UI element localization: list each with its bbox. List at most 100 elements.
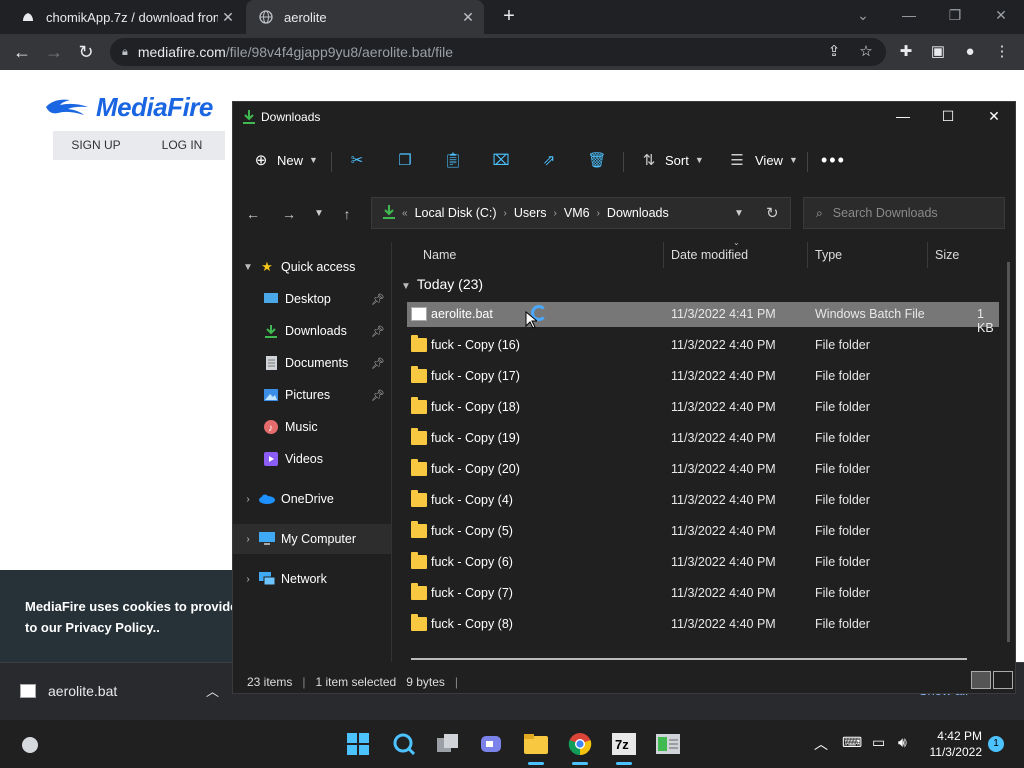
column-date-modified[interactable]: Date modified	[671, 248, 748, 262]
menu-icon[interactable]: ⋮	[992, 42, 1012, 62]
chrome-icon[interactable]	[566, 730, 594, 765]
large-icons-view-icon[interactable]	[993, 671, 1013, 689]
chevron-right-icon[interactable]: ›	[241, 534, 255, 545]
nav-videos[interactable]: Videos	[233, 444, 391, 474]
mediafire-logo[interactable]: MediaFire	[44, 92, 213, 123]
column-type[interactable]: Type	[815, 248, 842, 262]
pin-icon[interactable]: 📌︎	[371, 389, 385, 402]
chat-icon[interactable]	[478, 730, 506, 758]
log-in-button[interactable]: LOG IN	[139, 131, 225, 160]
file-row[interactable]: fuck - Copy (16) 11/3/2022 4:40 PM File fo…	[407, 333, 999, 358]
chevron-right-icon[interactable]: ›	[241, 574, 255, 585]
share-button[interactable]: ⇗	[539, 148, 559, 172]
up-arrow-icon[interactable]: ↑	[337, 204, 357, 224]
file-row[interactable]: fuck - Copy (5) 11/3/2022 4:40 PM File fol…	[407, 519, 999, 544]
pane-divider[interactable]	[391, 242, 392, 662]
chevron-right-icon[interactable]: ›	[554, 208, 557, 219]
chevron-right-icon[interactable]: ›	[241, 494, 255, 505]
bookmark-star-icon[interactable]: ☆	[856, 42, 876, 62]
side-panel-icon[interactable]: ▣	[928, 42, 948, 62]
file-row[interactable]: fuck - Copy (6) 11/3/2022 4:40 PM File fol…	[407, 550, 999, 575]
chevron-down-icon[interactable]: ▼	[401, 281, 411, 292]
overflow-chevron-icon[interactable]: «	[402, 208, 408, 219]
back-icon[interactable]: ←	[10, 40, 34, 64]
profile-icon[interactable]: ●	[960, 42, 980, 62]
file-row[interactable]: fuck - Copy (7) 11/3/2022 4:40 PM File fol…	[407, 581, 999, 606]
horizontal-scrollbar[interactable]	[411, 658, 967, 660]
new-button[interactable]: ⊕ New ▼	[251, 148, 318, 172]
copy-button[interactable]: ❐	[395, 148, 415, 172]
close-button[interactable]: ✕	[971, 102, 1017, 132]
nav-music[interactable]: ♪ Music	[233, 412, 391, 442]
view-button[interactable]: ☰ View ▼	[727, 148, 798, 172]
chevron-up-icon[interactable]: ︿	[206, 681, 219, 700]
pin-icon[interactable]: 📌︎	[371, 325, 385, 338]
sort-button[interactable]: ⇅ Sort ▼	[639, 148, 704, 172]
breadcrumb-local-disk[interactable]: Local Disk (C:)	[415, 206, 497, 220]
chevron-up-icon[interactable]: ︿	[814, 734, 828, 754]
nav-pictures[interactable]: Pictures 📌︎	[233, 380, 391, 410]
weather-icon[interactable]	[16, 730, 44, 758]
close-window-button[interactable]: ✕	[978, 0, 1024, 34]
tab-aerolite[interactable]: aerolite ✕	[246, 0, 484, 34]
file-row[interactable]: fuck - Copy (19) 11/3/2022 4:40 PM File fo…	[407, 426, 999, 451]
file-row[interactable]: fuck - Copy (20) 11/3/2022 4:40 PM File fo…	[407, 457, 999, 482]
forward-icon[interactable]: →	[42, 40, 66, 64]
7zip-icon[interactable]: 7z	[610, 730, 638, 765]
nav-documents[interactable]: Documents 📌︎	[233, 348, 391, 378]
restore-button[interactable]: ❐	[932, 0, 978, 34]
file-row[interactable]: fuck - Copy (4) 11/3/2022 4:40 PM File fol…	[407, 488, 999, 513]
column-divider[interactable]	[663, 242, 664, 268]
task-view-icon[interactable]	[434, 730, 462, 758]
file-row[interactable]: fuck - Copy (17) 11/3/2022 4:40 PM File fo…	[407, 364, 999, 389]
pin-icon[interactable]: 📌︎	[371, 293, 385, 306]
forward-arrow-icon[interactable]: →	[279, 204, 299, 224]
more-options-icon[interactable]: •••	[821, 148, 846, 172]
address-bar[interactable]: 🔒︎ mediafire.com/file/98v4f4gjapp9yu8/ae…	[110, 38, 886, 66]
tab-chomikapp[interactable]: chomikApp.7z / download from f ✕	[8, 0, 244, 34]
download-item[interactable]: aerolite.bat	[20, 683, 117, 699]
nav-onedrive[interactable]: › OneDrive	[233, 484, 391, 514]
rename-button[interactable]: ⌧	[491, 148, 511, 172]
volume-icon[interactable]: 🔊︎	[898, 734, 907, 751]
search-icon[interactable]	[390, 730, 418, 758]
chevron-down-icon[interactable]: ▼	[241, 262, 255, 273]
maximize-button[interactable]: ☐	[925, 102, 971, 132]
group-header-today[interactable]: ▼ Today (23)	[401, 276, 483, 292]
search-box[interactable]: ⌕ Search Downloads	[803, 197, 1005, 229]
extensions-icon[interactable]: ✚	[896, 42, 916, 62]
cookie-text-line2[interactable]: to our Privacy Policy..	[25, 617, 240, 638]
vertical-scrollbar[interactable]	[1007, 262, 1010, 642]
sign-up-button[interactable]: SIGN UP	[53, 131, 139, 160]
column-name[interactable]: Name	[423, 248, 456, 262]
nav-quick-access[interactable]: ▼ ★ Quick access	[233, 252, 391, 282]
new-tab-button[interactable]: +	[498, 6, 520, 28]
details-view-icon[interactable]	[971, 671, 991, 689]
column-size[interactable]: Size	[935, 248, 959, 262]
reload-icon[interactable]: ↻	[74, 40, 98, 64]
share-icon[interactable]: ⇪	[824, 42, 844, 62]
keyboard-icon[interactable]: ⌨	[842, 734, 862, 751]
column-divider[interactable]	[927, 242, 928, 268]
tab-search-icon[interactable]: ⌄	[840, 0, 886, 34]
minimize-button[interactable]: —	[886, 0, 932, 34]
minimize-button[interactable]: —	[880, 102, 926, 132]
file-row[interactable]: aerolite.bat 11/3/2022 4:41 PM Windows Bat…	[407, 302, 999, 335]
breadcrumb-downloads[interactable]: Downloads	[607, 206, 669, 220]
clock[interactable]: 4:42 PM 11/3/2022	[920, 728, 983, 760]
notepad-icon[interactable]	[654, 730, 682, 758]
refresh-icon[interactable]: ↻	[766, 204, 779, 222]
chevron-right-icon[interactable]: ›	[504, 208, 507, 219]
display-icon[interactable]: ▭	[872, 734, 885, 751]
pin-icon[interactable]: 📌︎	[371, 357, 385, 370]
nav-my-computer[interactable]: › My Computer	[233, 524, 391, 554]
file-row[interactable]: fuck - Copy (8) 11/3/2022 4:40 PM File fol…	[407, 612, 999, 637]
close-tab-icon[interactable]: ✕	[458, 9, 478, 26]
address-dropdown-icon[interactable]: ▼	[734, 208, 744, 219]
breadcrumb-vm6[interactable]: VM6	[564, 206, 590, 220]
recent-locations-icon[interactable]: ▼	[309, 204, 329, 224]
chevron-right-icon[interactable]: ›	[597, 208, 600, 219]
close-tab-icon[interactable]: ✕	[218, 9, 238, 26]
start-icon[interactable]	[344, 730, 372, 758]
breadcrumb-users[interactable]: Users	[514, 206, 547, 220]
